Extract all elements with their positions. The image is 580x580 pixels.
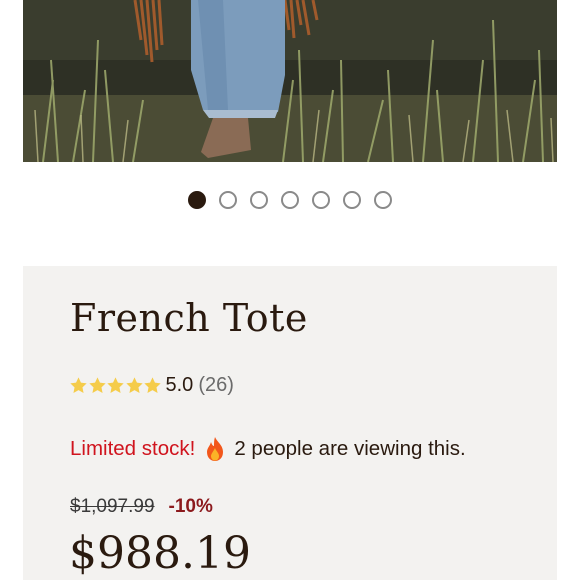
current-price: $988.19	[69, 528, 251, 579]
star-icon	[125, 377, 143, 393]
viewers-text: 2 people are viewing this.	[234, 437, 466, 460]
price-comparison: $1,097.99 -10%	[70, 496, 213, 518]
carousel-dot-3[interactable]	[250, 191, 268, 209]
carousel-dot-1[interactable]	[188, 191, 206, 209]
rating-stars	[69, 376, 162, 395]
fire-icon	[204, 436, 226, 462]
product-image[interactable]	[23, 0, 557, 162]
star-icon	[144, 377, 161, 393]
star-icon	[88, 377, 106, 393]
star-icon	[107, 377, 124, 393]
product-info-panel: French Tote 5.0 (26) Limited stock! 2 pe…	[23, 266, 557, 580]
product-title: French Tote	[70, 296, 308, 340]
carousel-dot-6[interactable]	[343, 191, 361, 209]
carousel-dot-2[interactable]	[219, 191, 237, 209]
carousel-pagination	[188, 191, 392, 209]
rating-count: (26)	[198, 374, 234, 396]
carousel-dot-4[interactable]	[281, 191, 299, 209]
product-rating[interactable]: 5.0 (26)	[69, 374, 234, 397]
rating-value: 5.0	[165, 374, 194, 396]
carousel-dot-7[interactable]	[374, 191, 392, 209]
discount-badge: -10%	[168, 496, 213, 517]
limited-stock-label: Limited stock!	[70, 437, 196, 460]
star-icon	[70, 377, 87, 393]
stock-notice: Limited stock! 2 people are viewing this…	[70, 436, 466, 462]
original-price: $1,097.99	[70, 496, 155, 517]
carousel-dot-5[interactable]	[312, 191, 330, 209]
